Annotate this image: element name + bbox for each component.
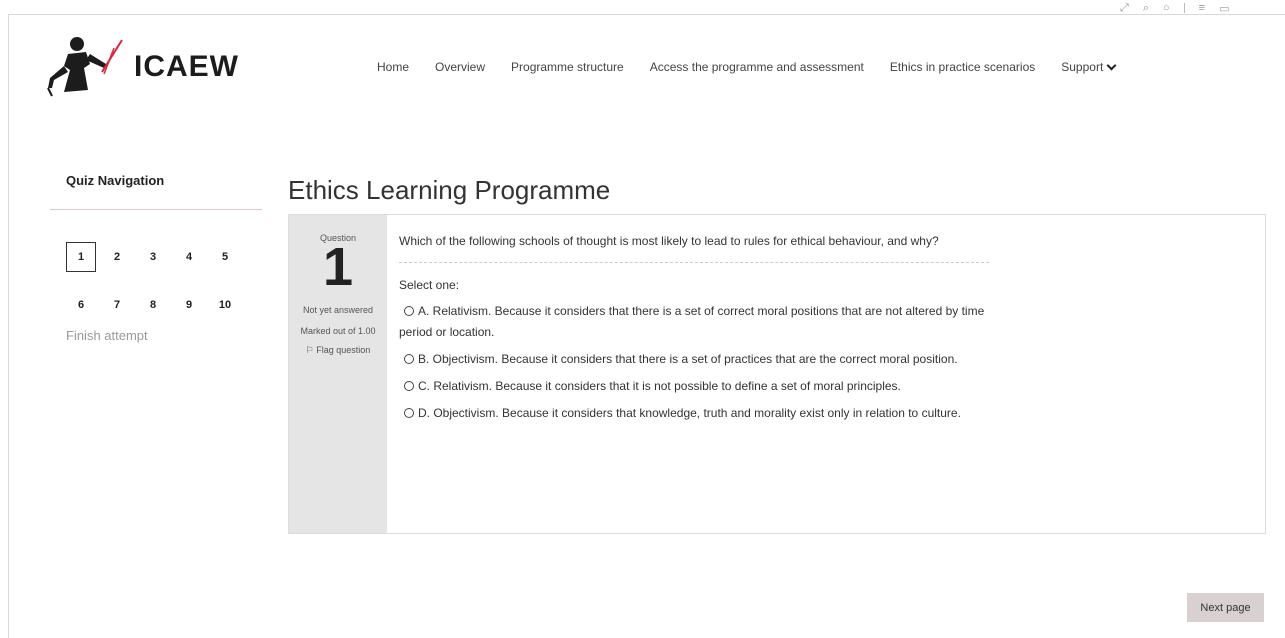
nav-support-label: Support	[1061, 60, 1104, 74]
quiz-navigation: Quiz Navigation 1 2 3 4 5 6 7 8 9 10 Fin…	[50, 170, 262, 343]
nav-access-programme[interactable]: Access the programme and assessment	[650, 60, 864, 74]
quiz-nav-question-7[interactable]: 7	[102, 290, 132, 320]
quiz-nav-question-3[interactable]: 3	[138, 242, 168, 272]
page-title: Ethics Learning Programme	[288, 175, 611, 205]
main-nav: Home Overview Programme structure Access…	[377, 60, 1141, 74]
top-utility-icons: ⤢ ⌕ ○ ≡ ▭	[1120, 2, 1229, 15]
chevron-down-icon	[1106, 60, 1117, 70]
answer-option-c[interactable]: C. Relativism. Because it considers that…	[399, 376, 989, 397]
question-number: 1	[322, 237, 354, 297]
quiz-nav-question-6[interactable]: 6	[66, 290, 96, 320]
answer-option-d[interactable]: D. Objectivism. Because it considers tha…	[399, 403, 989, 424]
nav-overview[interactable]: Overview	[435, 60, 485, 74]
answer-option-a-text: A. Relativism. Because it considers that…	[399, 304, 985, 339]
quiz-nav-question-9[interactable]: 9	[174, 290, 204, 320]
answer-option-a[interactable]: A. Relativism. Because it considers that…	[399, 301, 989, 343]
radio-c[interactable]	[404, 381, 414, 391]
user-icon[interactable]: ○	[1163, 2, 1170, 15]
flag-question-label: Flag question	[316, 345, 371, 355]
question-marks: Marked out of 1.00	[300, 326, 376, 336]
radio-b[interactable]	[404, 354, 414, 364]
quiz-nav-title: Quiz Navigation	[50, 170, 262, 210]
nav-support[interactable]: Support	[1061, 60, 1117, 74]
question-box: Question 1 Not yet answered Marked out o…	[288, 214, 1266, 534]
chat-icon[interactable]: ▭	[1219, 2, 1229, 15]
quiz-nav-grid: 1 2 3 4 5 6 7 8 9 10	[50, 242, 262, 320]
question-text: Which of the following schools of though…	[399, 231, 989, 263]
quiz-nav-question-1[interactable]: 1	[66, 242, 96, 272]
question-info-panel: Question 1 Not yet answered Marked out o…	[289, 215, 387, 533]
quiz-nav-question-2[interactable]: 2	[102, 242, 132, 272]
answer-option-b-text: B. Objectivism. Because it considers tha…	[418, 352, 958, 366]
quiz-nav-question-5[interactable]: 5	[210, 242, 240, 272]
quiz-nav-question-8[interactable]: 8	[138, 290, 168, 320]
flag-question-button[interactable]: ⚐ Flag question	[289, 343, 387, 358]
radio-a[interactable]	[404, 306, 414, 316]
search-icon[interactable]: ⌕	[1143, 2, 1149, 15]
finish-attempt-link[interactable]: Finish attempt	[50, 328, 262, 343]
answer-prompt: Select one:	[399, 278, 460, 292]
radio-d[interactable]	[404, 408, 414, 418]
answer-option-c-text: C. Relativism. Because it considers that…	[418, 379, 901, 393]
logo-text: ICAEW	[134, 50, 239, 83]
icaew-logo[interactable]: ICAEW	[44, 34, 239, 100]
nav-programme-structure[interactable]: Programme structure	[511, 60, 624, 74]
quiz-nav-question-10[interactable]: 10	[210, 290, 240, 320]
answer-option-d-text: D. Objectivism. Because it considers tha…	[418, 406, 961, 420]
question-state: Not yet answered	[302, 305, 374, 315]
nav-ethics-scenarios[interactable]: Ethics in practice scenarios	[890, 60, 1035, 74]
nav-home[interactable]: Home	[377, 60, 409, 74]
quiz-nav-question-4[interactable]: 4	[174, 242, 204, 272]
logo-figure-icon	[47, 37, 123, 97]
separator	[1183, 3, 1185, 13]
question-content: Which of the following schools of though…	[387, 215, 1265, 533]
menu-icon[interactable]: ≡	[1199, 2, 1205, 15]
flag-icon: ⚐	[305, 345, 314, 355]
next-page-button[interactable]: Next page	[1187, 593, 1264, 622]
answer-option-b[interactable]: B. Objectivism. Because it considers tha…	[399, 349, 989, 370]
expand-icon[interactable]: ⤢	[1120, 2, 1129, 15]
